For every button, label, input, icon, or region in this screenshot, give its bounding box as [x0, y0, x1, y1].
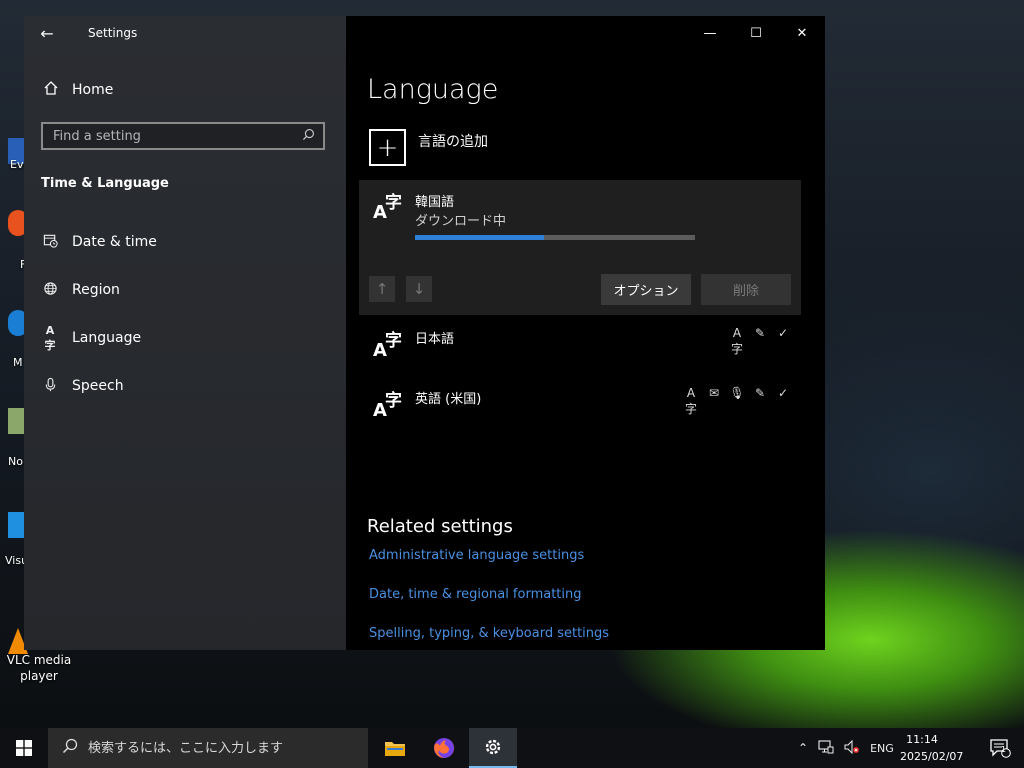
nav-home[interactable]: Home: [24, 74, 346, 106]
notification-icon: [990, 739, 1011, 758]
app-title: Settings: [88, 26, 138, 40]
nav-item-date-time[interactable]: Date & time: [24, 224, 346, 260]
search-input[interactable]: [53, 128, 283, 144]
spelling-icon: ✓: [777, 326, 789, 340]
network-icon[interactable]: [818, 739, 834, 757]
language-name: 英語 (米国): [415, 392, 482, 407]
system-tray: ⌃ ENG: [798, 728, 894, 768]
language-glyph-icon: A字: [373, 331, 402, 361]
back-arrow-icon: ←: [40, 23, 54, 43]
back-button[interactable]: ←: [24, 16, 70, 50]
action-center-button[interactable]: 1: [976, 728, 1024, 768]
handwriting-icon: ✎: [754, 386, 766, 400]
download-progress-fill: [415, 235, 544, 240]
gear-icon: [485, 739, 501, 755]
move-down-button[interactable]: ↓: [406, 276, 432, 302]
chevron-up-icon[interactable]: ⌃: [798, 741, 808, 755]
folder-icon: [385, 742, 405, 756]
nav-item-region[interactable]: Region: [24, 272, 346, 308]
notification-count: 1: [1001, 745, 1007, 754]
taskbar-search-input[interactable]: [86, 739, 360, 757]
download-progress-bar: [415, 235, 695, 240]
start-button[interactable]: [0, 728, 48, 768]
move-up-button[interactable]: ↑: [369, 276, 395, 302]
nav-item-label: Speech: [72, 378, 124, 394]
language-row-english[interactable]: A字 英語 (米国) A字 ✉ 🎙 ✎ ✓: [359, 382, 801, 438]
link-administrative-language[interactable]: Administrative language settings: [369, 548, 584, 563]
language-features: A字 ✎ ✓: [729, 326, 791, 357]
arrow-up-icon: ↑: [375, 280, 389, 298]
language-page: — ☐ ✕ Language + 言語の追加 A字 韓国語 ダウンロード中 ↑ …: [346, 16, 825, 650]
taskbar: ⌃ ENG 11:14 2025/02/07 1: [0, 728, 1024, 768]
input-language-indicator[interactable]: ENG: [870, 742, 894, 755]
language-card-korean[interactable]: A字 韓国語 ダウンロード中 ↑ ↓ オプション 削除: [359, 180, 801, 315]
related-settings-title: Related settings: [367, 516, 513, 537]
maximize-button[interactable]: ☐: [733, 16, 779, 50]
page-title: Language: [367, 74, 499, 105]
section-title: Time & Language: [41, 176, 169, 191]
language-name: 韓国語: [415, 195, 455, 210]
taskbar-file-explorer[interactable]: [371, 728, 419, 768]
microphone-icon: [41, 377, 59, 396]
add-language-button[interactable]: + 言語の追加: [369, 129, 488, 166]
language-glyph-icon: A字: [373, 193, 402, 223]
title-bar: ← Settings: [24, 16, 346, 50]
firefox-icon: [434, 737, 455, 758]
display-language-icon: A字: [684, 386, 697, 416]
options-button[interactable]: オプション: [601, 274, 691, 305]
search-setting-box[interactable]: [41, 122, 325, 150]
taskbar-clock[interactable]: 11:14 2025/02/07: [900, 731, 964, 765]
taskbar-search-box[interactable]: [48, 728, 368, 768]
nav-home-label: Home: [72, 82, 114, 98]
handwriting-icon: ✎: [754, 326, 766, 340]
language-row-japanese[interactable]: A字 日本語 A字 ✎ ✓: [359, 322, 801, 378]
vlc-shortcut-label[interactable]: VLC media player: [6, 652, 72, 684]
clock-date: 2025/02/07: [900, 750, 964, 763]
search-icon[interactable]: [302, 128, 315, 145]
window-controls: — ☐ ✕: [687, 16, 825, 50]
settings-sidebar: ← Settings Home Time & Language Date & t…: [24, 16, 346, 650]
close-button[interactable]: ✕: [779, 16, 825, 50]
taskbar-firefox[interactable]: [420, 728, 468, 768]
download-status: ダウンロード中: [415, 214, 507, 229]
maximize-icon: ☐: [750, 25, 762, 41]
spelling-icon: ✓: [777, 386, 789, 400]
calendar-clock-icon: [41, 233, 59, 252]
close-icon: ✕: [796, 25, 808, 41]
home-icon: [42, 80, 60, 100]
arrow-down-icon: ↓: [412, 280, 426, 298]
plus-icon: +: [369, 129, 406, 166]
taskbar-settings[interactable]: [469, 728, 517, 768]
remove-button[interactable]: 削除: [701, 274, 791, 305]
nav-item-label: Region: [72, 282, 120, 298]
language-icon: A字: [44, 323, 56, 352]
globe-icon: [41, 281, 59, 300]
minimize-icon: —: [703, 25, 717, 41]
nav-item-label: Language: [72, 330, 142, 346]
link-date-time-formatting[interactable]: Date, time & regional formatting: [369, 587, 582, 602]
language-features: A字 ✉ 🎙 ✎ ✓: [683, 386, 791, 417]
nav-item-speech[interactable]: Speech: [24, 368, 346, 404]
windows-logo-icon: [16, 740, 32, 756]
language-glyph-icon: A字: [373, 391, 402, 421]
display-language-icon: A字: [730, 326, 743, 356]
nav-item-label: Date & time: [72, 234, 157, 250]
microphone-icon: 🎙: [729, 386, 745, 400]
link-spelling-typing-keyboard[interactable]: Spelling, typing, & keyboard settings: [369, 626, 609, 641]
desktop-label: M: [13, 356, 23, 369]
search-icon: [62, 738, 78, 758]
minimize-button[interactable]: —: [687, 16, 733, 50]
desktop-label: No: [8, 455, 23, 468]
volume-muted-icon[interactable]: [844, 739, 860, 757]
add-language-label: 言語の追加: [418, 134, 488, 150]
clock-time: 11:14: [906, 733, 938, 746]
text-to-speech-icon: ✉: [708, 386, 720, 400]
nav-item-language[interactable]: A字 Language: [24, 320, 346, 356]
language-name: 日本語: [415, 332, 455, 347]
